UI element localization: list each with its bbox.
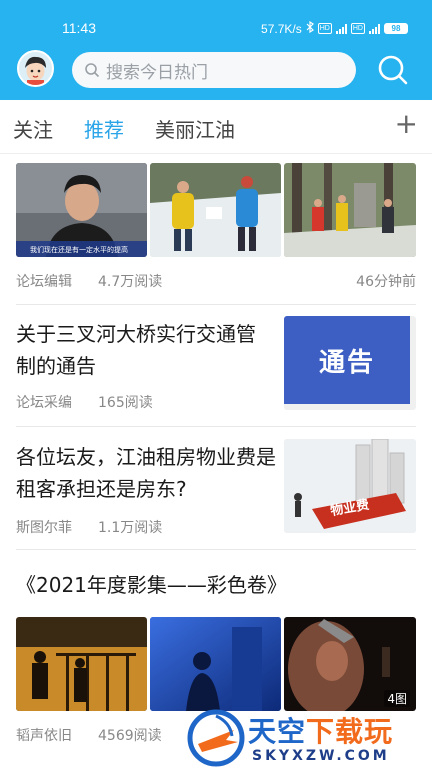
- watermark-title-main: 天空: [248, 715, 307, 748]
- tab-beautiful-jiangyou[interactable]: 美丽江油: [155, 114, 235, 143]
- search-icon: [84, 62, 100, 78]
- image-count-badge: 4图: [384, 690, 410, 707]
- feed-item-2[interactable]: 关于三叉河大桥实行交通管制的通告 通告 论坛采编 165阅读: [16, 316, 416, 416]
- watermark-title: 天空下载玩: [248, 710, 393, 750]
- feed-item-source: 韬声依旧: [16, 728, 72, 744]
- feed-divider: [16, 549, 416, 550]
- search-icon-large: [378, 55, 408, 85]
- feed-item-reads: 1.1万阅读: [98, 520, 163, 536]
- bluetooth-icon: [306, 20, 314, 36]
- feed-image-property-fee: 物业费: [284, 439, 416, 533]
- feed-image-blue-shadow: [150, 617, 281, 711]
- app-header: 11:43 57.7K/s HD HD 98 搜索今日热门: [0, 0, 432, 100]
- feed-item-time: 46分钟前: [356, 274, 416, 290]
- hd-icon: HD: [317, 23, 332, 34]
- tab-recommend[interactable]: 推荐: [84, 114, 124, 143]
- status-right-group: 57.7K/s HD HD 98: [261, 20, 408, 36]
- feed-image-athlete-interview: 我们现在还是有一定水平的提高: [16, 163, 147, 257]
- feed-item-3[interactable]: 各位坛友，江油租房物业费是租客承担还是房东? 物业费 斯图尔菲 1.1万阅读: [16, 439, 416, 539]
- net-speed: 57.7K/s: [261, 21, 302, 36]
- feed-divider: [16, 426, 416, 427]
- search-button[interactable]: [376, 53, 410, 87]
- feed-item-1[interactable]: 我们现在还是有一定水平的提高 论坛编辑 4.7万阅读 46分钟前: [16, 163, 416, 303]
- feed-image-night-silhouettes: [16, 617, 147, 711]
- tab-follow[interactable]: 关注: [13, 114, 53, 143]
- search-placeholder: 搜索今日热门: [106, 62, 208, 83]
- status-bar: 11:43 57.7K/s HD HD 98: [0, 18, 432, 40]
- hd-icon-2: HD: [350, 23, 365, 34]
- feed-item-reads: 4569阅读: [98, 728, 162, 744]
- channel-tabs: 关注 推荐 美丽江油 +: [0, 100, 432, 154]
- feed-image-people-in-snow: [150, 163, 281, 257]
- feed-item-title: 关于三叉河大桥实行交通管制的通告: [16, 322, 256, 378]
- battery-icon: 98: [384, 23, 408, 34]
- signal-icon-2: [369, 23, 380, 34]
- feed-item-title: 各位坛友，江油租房物业费是租客承担还是房东?: [16, 445, 276, 501]
- notice-image-text: 通告: [318, 347, 375, 378]
- feed-item-title: 《2021年度影集——彩色卷》: [16, 573, 287, 597]
- feed-image-forest-memorial: [284, 163, 416, 257]
- user-avatar[interactable]: [17, 50, 54, 87]
- feed-item-reads: 165阅读: [98, 395, 153, 411]
- feed-image-notice: 通告: [284, 316, 416, 410]
- feed-item-reads: 4.7万阅读: [98, 274, 163, 290]
- site-watermark: 天空下载玩 SKYXZW.COM: [186, 708, 432, 768]
- feed-divider: [16, 304, 416, 305]
- feed-image-closeup-face: 4图: [284, 617, 416, 711]
- feed-item-source: 论坛采编: [16, 395, 72, 411]
- add-channel-button[interactable]: +: [395, 110, 418, 138]
- watermark-subtitle: SKYXZW.COM: [252, 748, 390, 764]
- feed-image-caption: 我们现在还是有一定水平的提高: [30, 246, 128, 254]
- signal-icon: [335, 23, 347, 34]
- watermark-logo-icon: [187, 709, 245, 767]
- watermark-title-accent: 下载玩: [306, 715, 394, 748]
- feed-item-source: 论坛编辑: [16, 274, 72, 290]
- status-time: 11:43: [62, 20, 96, 36]
- feed-item-source: 斯图尔菲: [16, 520, 72, 536]
- search-input[interactable]: 搜索今日热门: [72, 52, 356, 88]
